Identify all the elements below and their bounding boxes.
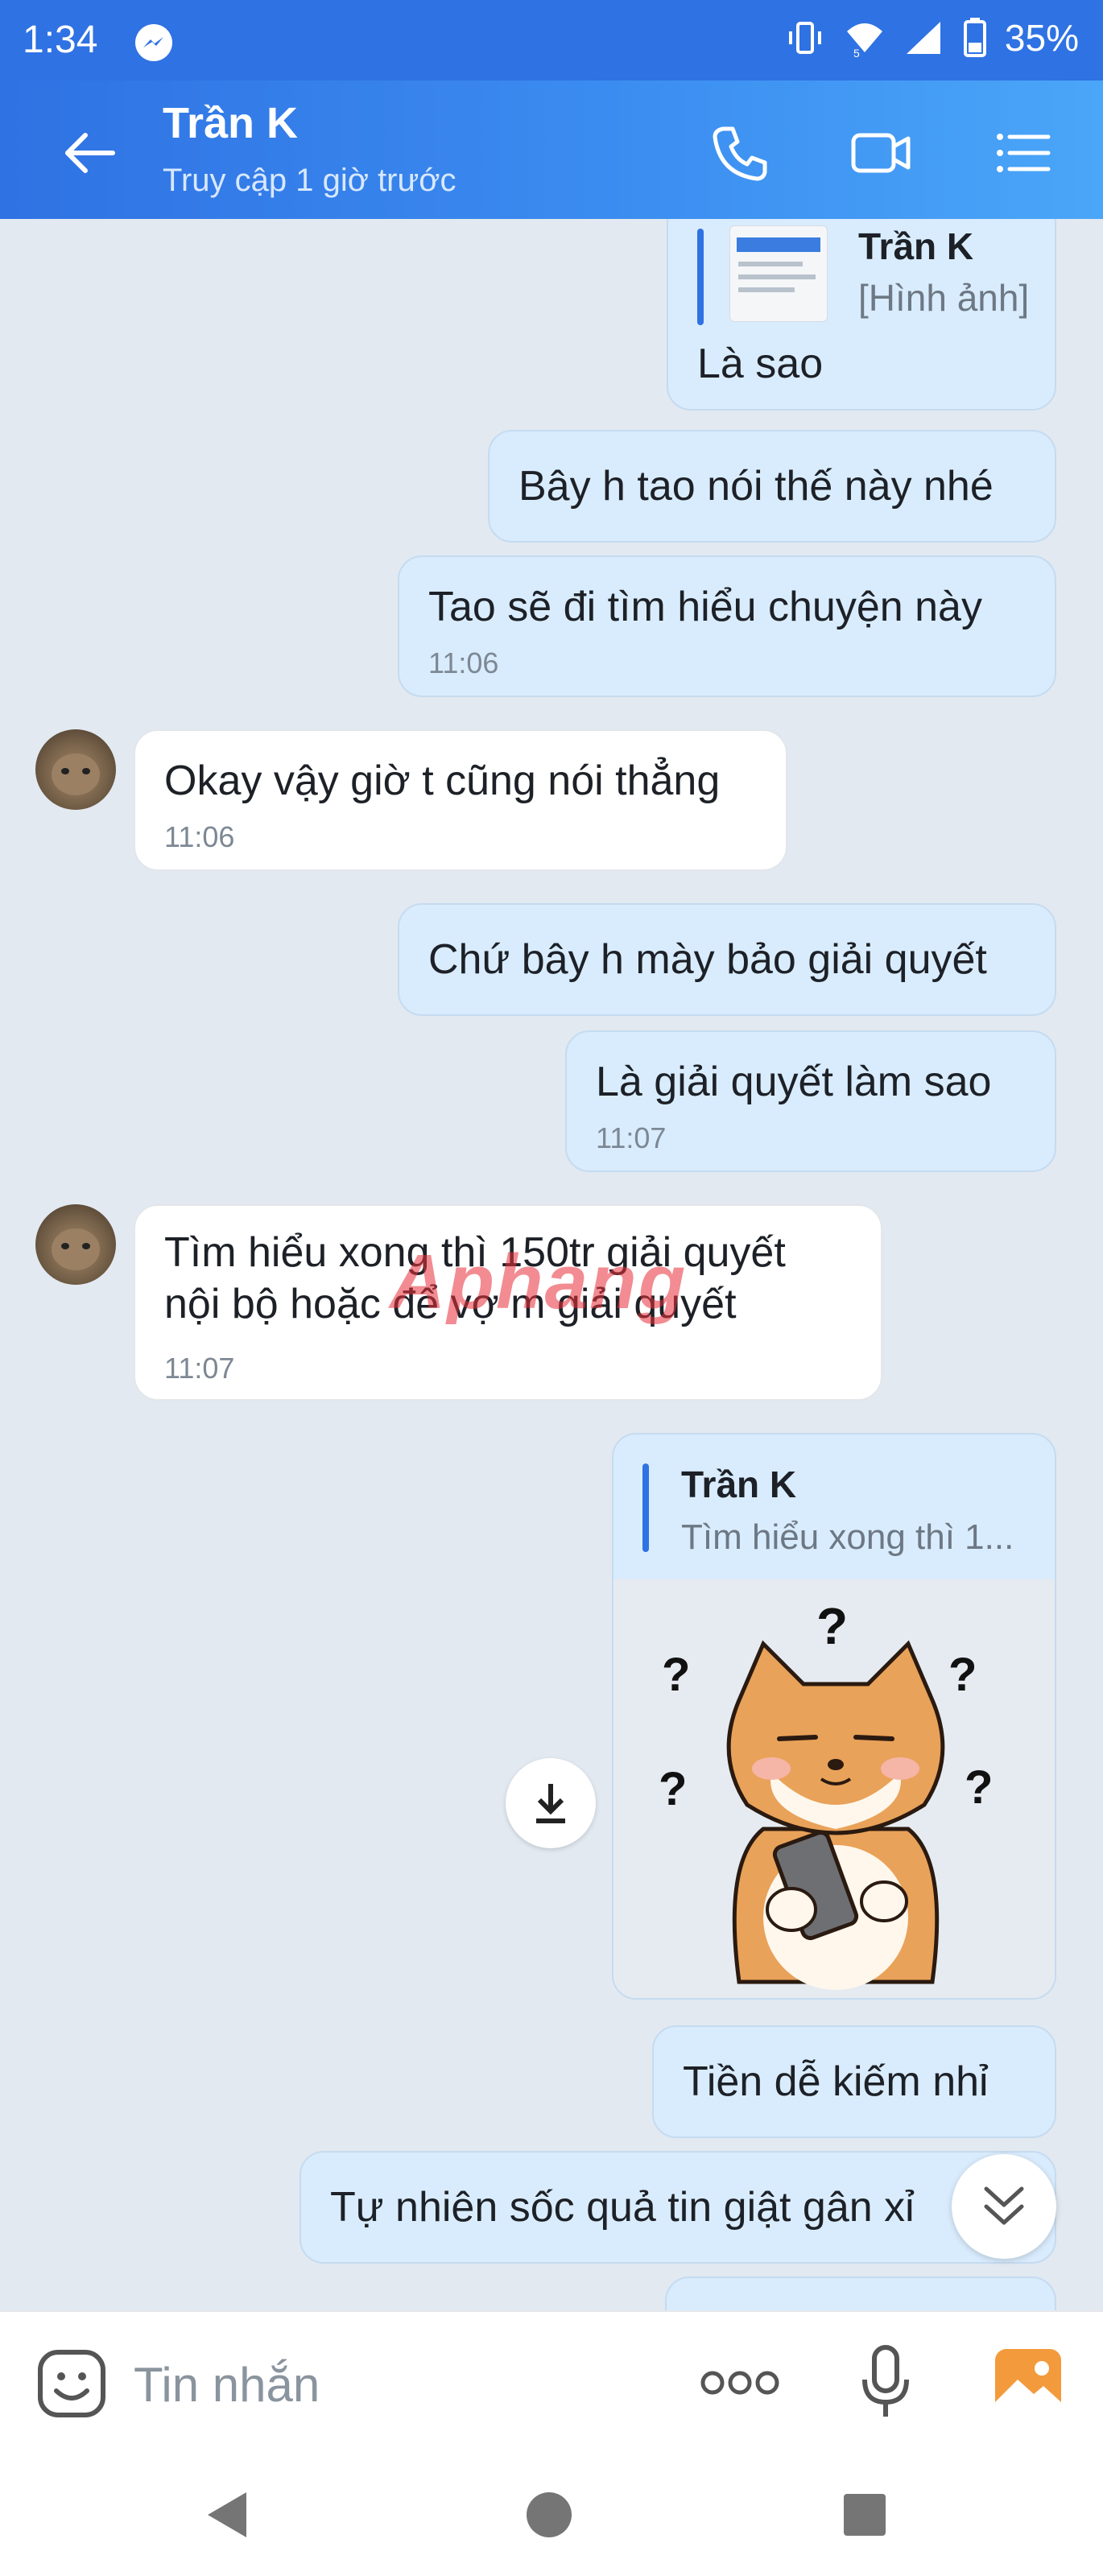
message-bubble-outgoing[interactable]: Chứ bây h mày bảo giải quyết	[398, 903, 1056, 1016]
nav-recent-icon[interactable]	[842, 2492, 887, 2537]
network-label: 5	[853, 47, 860, 59]
more-dots-icon[interactable]	[699, 2367, 781, 2399]
gallery-image-icon[interactable]	[992, 2346, 1064, 2418]
shiba-sticker: ? ? ? ? ?	[659, 1597, 993, 1990]
video-camera-icon[interactable]	[847, 119, 915, 187]
quote-preview: [Hình ảnh]	[858, 277, 1030, 319]
battery-icon	[963, 18, 986, 57]
wifi-icon: 5	[846, 23, 882, 59]
sticker-question-mark: ?	[659, 1763, 687, 1815]
message-timestamp: 11:07	[164, 1352, 235, 1385]
quote-bar	[697, 229, 704, 325]
message-text: Tự nhiên sốc quả tin giật gân xỉ	[330, 2184, 915, 2231]
message-list[interactable]: Trần K [Hình ảnh] Là sao Bây h tao nói t…	[0, 219, 1103, 2310]
contact-avatar[interactable]	[35, 1204, 116, 1285]
quote-sender-name: Trần K	[858, 225, 974, 267]
battery-percent: 35%	[1004, 17, 1079, 59]
last-seen-status: Truy cập 1 giờ trước	[163, 163, 456, 198]
message-text: Tao sẽ đi tìm hiểu chuyện này	[428, 584, 982, 630]
nav-home-icon[interactable]	[525, 2491, 573, 2539]
message-bubble-incoming[interactable]: Okay vậy giờ t cũng nói thẳng 11:06	[134, 729, 787, 871]
system-navigation-bar	[0, 2454, 1103, 2576]
chat-header: Trần K Truy cập 1 giờ trước	[0, 80, 1103, 219]
sticker-question-mark: ?	[948, 1649, 977, 1701]
message-text: Tiền dễ kiếm nhỉ	[683, 2058, 989, 2105]
quoted-image-thumbnail	[729, 225, 828, 322]
status-time: 1:34	[23, 19, 98, 61]
sticker-question-mark: ?	[816, 1597, 848, 1655]
scroll-to-bottom-button[interactable]	[952, 2154, 1056, 2259]
message-input[interactable]: Tin nhắn	[134, 2357, 320, 2413]
message-bubble-outgoing[interactable]	[665, 2277, 1056, 2310]
download-icon	[536, 1784, 565, 1823]
message-bubble-outgoing[interactable]: Tự nhiên sốc quả tin giật gân xỉ	[300, 2151, 1056, 2264]
message-bubble-outgoing[interactable]: Là giải quyết làm sao 11:07	[565, 1030, 1056, 1172]
messenger-icon	[135, 24, 172, 61]
message-text: Okay vậy giờ t cũng nói thẳng	[164, 758, 721, 804]
contact-avatar[interactable]	[35, 729, 116, 810]
message-text: Bây h tao nói thế này nhé	[518, 463, 994, 510]
double-chevron-down-icon	[984, 2186, 1024, 2225]
message-bubble-outgoing[interactable]: Trần K [Hình ảnh] Là sao	[667, 219, 1056, 411]
sticker-question-mark: ?	[662, 1649, 690, 1701]
list-menu-icon[interactable]	[989, 119, 1056, 187]
nav-back-icon[interactable]	[204, 2489, 250, 2541]
vibrate-icon	[788, 22, 821, 54]
message-text: Là giải quyết làm sao	[596, 1059, 992, 1105]
quote-preview: Tìm hiểu xong thì 1...	[681, 1517, 1014, 1557]
quote-bar	[642, 1463, 649, 1552]
signal-icon	[906, 22, 940, 54]
quote-sender-name: Trần K	[681, 1463, 797, 1505]
download-button[interactable]	[506, 1758, 596, 1848]
message-bubble-outgoing[interactable]: Bây h tao nói thế này nhé	[488, 430, 1056, 543]
message-timestamp: 11:06	[164, 820, 235, 853]
contact-name[interactable]: Trần K	[163, 98, 298, 148]
back-arrow-icon[interactable]	[56, 121, 121, 185]
message-timestamp: 11:07	[596, 1121, 667, 1154]
emoji-sticker-icon[interactable]	[35, 2347, 108, 2420]
microphone-icon[interactable]	[860, 2344, 911, 2421]
status-bar: 1:34 5 35%	[0, 0, 1103, 80]
message-bubble-outgoing[interactable]: Tao sẽ đi tìm hiểu chuyện này 11:06	[398, 555, 1056, 697]
message-text: Chứ bây h mày bảo giải quyết	[428, 936, 987, 983]
message-timestamp: 11:06	[428, 646, 499, 679]
message-text: Là sao	[697, 341, 824, 387]
message-input-bar: Tin nhắn	[0, 2310, 1103, 2455]
watermark-text: Aphang	[390, 1239, 688, 1325]
sticker-question-mark: ?	[965, 1761, 993, 1814]
phone-icon[interactable]	[707, 119, 775, 187]
message-bubble-outgoing[interactable]: Tiền dễ kiếm nhỉ	[652, 2025, 1056, 2138]
